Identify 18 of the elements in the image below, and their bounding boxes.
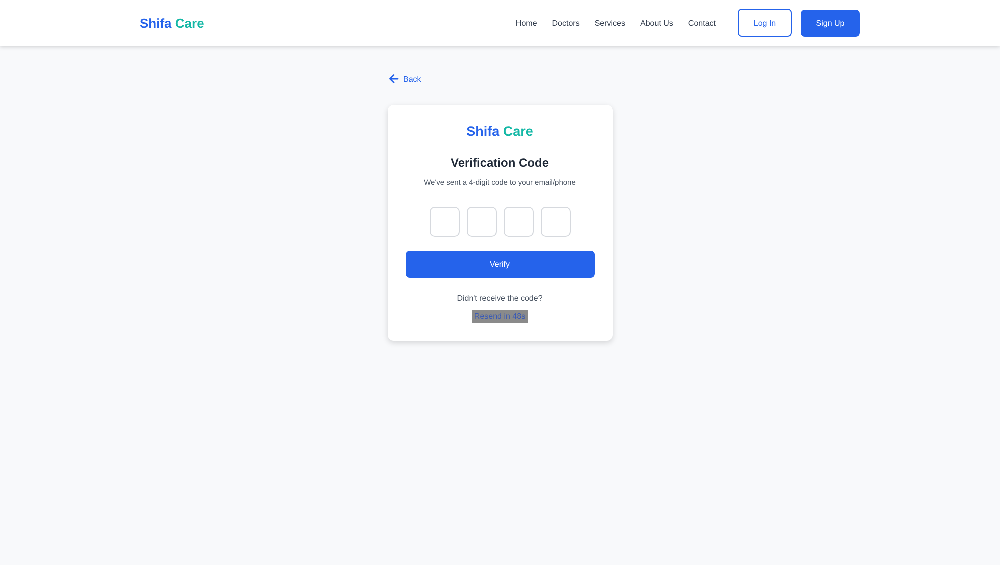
resend-prompt: Didn't receive the code? bbox=[457, 294, 543, 303]
back-link[interactable]: Back bbox=[388, 74, 612, 84]
card-title: Verification Code bbox=[450, 156, 550, 170]
nav-link[interactable]: Services bbox=[594, 18, 626, 28]
verify-button[interactable]: Verify bbox=[406, 251, 594, 278]
code-digit-field[interactable] bbox=[466, 207, 496, 237]
signup-button[interactable]: Sign Up bbox=[801, 10, 860, 36]
code-digit-field[interactable] bbox=[504, 207, 534, 237]
nav-link[interactable]: Contact bbox=[688, 18, 716, 28]
code-digit-field[interactable] bbox=[430, 207, 460, 237]
nav-link[interactable]: Home bbox=[516, 18, 538, 28]
login-button[interactable]: Log In bbox=[738, 9, 792, 37]
back-arrow-icon bbox=[388, 74, 398, 84]
logo[interactable]: Shifa Care bbox=[140, 16, 204, 30]
nav-link[interactable]: Doctors bbox=[552, 18, 580, 28]
code-digit-field[interactable] bbox=[540, 207, 570, 237]
nav-link[interactable]: About Us bbox=[640, 18, 674, 28]
card-logo: Shifa Care bbox=[466, 124, 534, 139]
